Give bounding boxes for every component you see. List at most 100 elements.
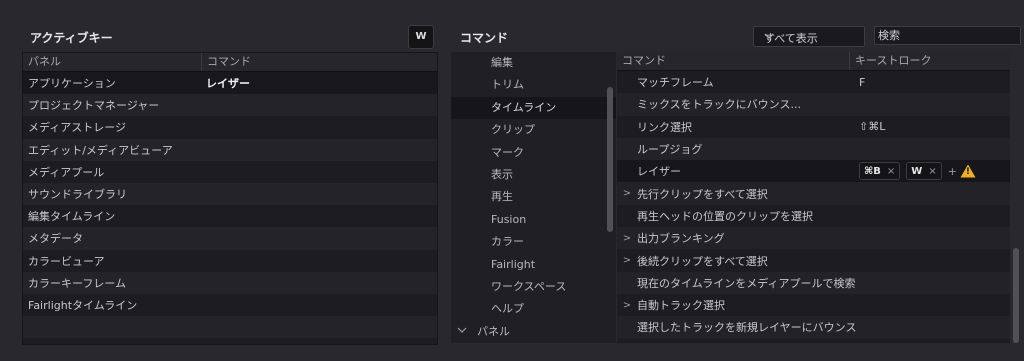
category-item-workspace[interactable]: ワークスペース xyxy=(451,276,616,298)
command-name: マッチフレーム xyxy=(637,76,714,90)
active-keys-header: パネル コマンド xyxy=(23,53,437,72)
row-panel: アプリケーション xyxy=(28,77,116,91)
table-row[interactable]: プロジェクトマネージャー xyxy=(23,94,437,117)
row-panel: メディアプール xyxy=(28,165,105,179)
table-row[interactable]: メディアストレージ xyxy=(23,116,437,138)
category-list: 編集 トリム タイムライン クリップ マーク 表示 再生 Fusion カラー … xyxy=(451,52,616,343)
table-row[interactable]: サウンドライブラリ xyxy=(23,182,437,206)
chevron-down-icon xyxy=(457,321,477,343)
key-chip-label: ⌘B xyxy=(864,165,881,177)
category-item-color[interactable]: カラー xyxy=(451,231,616,253)
command-keystroke: F xyxy=(859,75,866,89)
category-group-label: パネル xyxy=(477,324,510,338)
table-row[interactable] xyxy=(23,316,437,339)
command-name: 現在のタイムラインをメディアプールで検索 xyxy=(637,276,856,290)
table-row[interactable] xyxy=(617,339,1010,361)
chevron-right-icon[interactable]: > xyxy=(617,300,637,311)
command-name: 再生ヘッドの位置のクリップを選択 xyxy=(637,209,813,223)
command-name: 選択したトラックを新規レイヤーにバウンス xyxy=(637,321,857,335)
category-item-timeline[interactable]: タイムライン xyxy=(451,96,616,120)
table-row[interactable]: Fairlightタイムライン xyxy=(23,294,437,316)
table-row-selected[interactable]: レイザー ⌘B × W × + ! xyxy=(617,160,1010,183)
table-row[interactable]: 再生ヘッドの位置のクリップを選択 xyxy=(617,205,1010,227)
commands-title: コマンド xyxy=(460,31,509,45)
active-keys-title: アクティブキー xyxy=(30,31,113,45)
commands-table: コマンド キーストローク マッチフレーム F ミックスをトラックにバウンス... … xyxy=(617,52,1010,343)
command-name: リンク選択 xyxy=(637,120,692,134)
command-keystroke: ⇧⌘L xyxy=(859,120,886,134)
command-name: 自動トラック選択 xyxy=(637,299,725,313)
category-item-edit[interactable]: 編集 xyxy=(451,52,616,74)
column-header-keystroke[interactable]: キーストローク xyxy=(850,52,1010,70)
table-row[interactable]: ループジョグ xyxy=(617,137,1010,161)
category-item-view[interactable]: 表示 xyxy=(451,164,616,186)
row-command: レイザー xyxy=(206,77,250,91)
column-header-panel[interactable]: パネル xyxy=(23,53,202,71)
row-panel: プロジェクトマネージャー xyxy=(28,99,160,113)
table-row[interactable]: > 自動トラック選択 xyxy=(617,294,1010,316)
warning-icon[interactable]: ! xyxy=(960,164,976,178)
warning-icon-glyph: ! xyxy=(965,167,970,178)
table-row[interactable]: 編集タイムライン xyxy=(23,205,437,227)
command-name: レイザー xyxy=(637,165,681,179)
table-row[interactable]: ミックスをトラックにバウンス... xyxy=(617,93,1010,116)
active-keys-table: パネル コマンド アプリケーション レイザー プロジェクトマネージャー メディアス… xyxy=(22,52,438,345)
table-row[interactable]: メタデータ xyxy=(23,227,437,250)
chevron-right-icon[interactable]: > xyxy=(617,233,637,244)
row-panel: サウンドライブラリ xyxy=(28,188,127,202)
close-icon[interactable]: × xyxy=(887,166,895,177)
filter-dropdown[interactable]: すべて表示 xyxy=(753,26,865,47)
command-name: 後続クリップをすべて選択 xyxy=(637,254,768,268)
table-row[interactable] xyxy=(23,338,437,360)
table-row[interactable]: メディアプール xyxy=(23,161,437,183)
command-name: 先行クリップをすべて選択 xyxy=(637,187,768,201)
table-row[interactable]: > 後続クリップをすべて選択 xyxy=(617,249,1010,271)
chevron-right-icon[interactable]: > xyxy=(617,188,637,199)
key-chip[interactable]: W × xyxy=(906,162,942,181)
commands-scrollbar[interactable] xyxy=(1013,248,1019,343)
category-item-clip[interactable]: クリップ xyxy=(451,119,616,141)
selected-key-button[interactable]: W xyxy=(408,25,434,49)
row-panel: エディット/メディアビューア xyxy=(28,143,173,157)
table-row[interactable]: リンク選択 ⇧⌘L xyxy=(617,116,1010,138)
search-input[interactable] xyxy=(874,26,1021,45)
key-chip[interactable]: ⌘B × xyxy=(859,162,901,181)
table-row[interactable]: カラービューア xyxy=(23,250,437,272)
category-item-mark[interactable]: マーク xyxy=(451,142,616,164)
command-name: ミックスをトラックにバウンス... xyxy=(637,98,801,112)
chevron-right-icon[interactable]: > xyxy=(617,255,637,266)
table-row[interactable]: > 出力ブランキング xyxy=(617,227,1010,250)
row-panel: メタデータ xyxy=(28,232,83,246)
column-header-command[interactable]: コマンド xyxy=(202,53,437,71)
table-row[interactable]: エディット/メディアビューア xyxy=(23,138,437,161)
active-keys-rows: アプリケーション レイザー プロジェクトマネージャー メディアストレージ エディッ… xyxy=(23,72,437,360)
row-panel: カラービューア xyxy=(28,254,105,268)
category-item-help[interactable]: ヘルプ xyxy=(451,298,616,320)
table-row[interactable]: マッチフレーム F xyxy=(617,71,1010,93)
row-panel: メディアストレージ xyxy=(28,121,127,135)
chevron-down-icon xyxy=(764,29,855,46)
commands-header: コマンド キーストローク xyxy=(617,52,1010,71)
keystroke-editor: ⌘B × W × + ! xyxy=(849,162,1010,181)
column-header-command[interactable]: コマンド xyxy=(617,52,850,70)
category-item-fairlight[interactable]: Fairlight xyxy=(451,254,616,276)
category-item-fusion[interactable]: Fusion xyxy=(451,209,616,231)
table-row[interactable]: カラーキーフレーム xyxy=(23,271,437,294)
category-item-trim[interactable]: トリム xyxy=(451,74,616,96)
category-scrollbar[interactable] xyxy=(607,87,613,232)
table-row[interactable]: 現在のタイムラインをメディアプールで検索 xyxy=(617,271,1010,294)
close-icon[interactable]: × xyxy=(928,166,936,177)
category-item-playback[interactable]: 再生 xyxy=(451,186,616,208)
commands-rows: マッチフレーム F ミックスをトラックにバウンス... リンク選択 ⇧⌘L ループジ… xyxy=(617,71,1010,361)
category-group-panel[interactable]: パネル xyxy=(451,321,616,343)
table-row[interactable]: > 先行クリップをすべて選択 xyxy=(617,182,1010,205)
command-name: 出力ブランキング xyxy=(637,232,725,246)
table-row[interactable]: 選択したトラックを新規レイヤーにバウンス xyxy=(617,316,1010,339)
key-chip-label: W xyxy=(911,165,923,177)
table-row[interactable]: アプリケーション レイザー xyxy=(23,72,437,95)
row-panel: 編集タイムライン xyxy=(28,210,116,224)
row-panel: Fairlightタイムライン xyxy=(28,298,138,312)
add-key-icon[interactable]: + xyxy=(948,165,957,178)
row-panel: カラーキーフレーム xyxy=(28,276,127,290)
command-name: ループジョグ xyxy=(637,143,703,157)
